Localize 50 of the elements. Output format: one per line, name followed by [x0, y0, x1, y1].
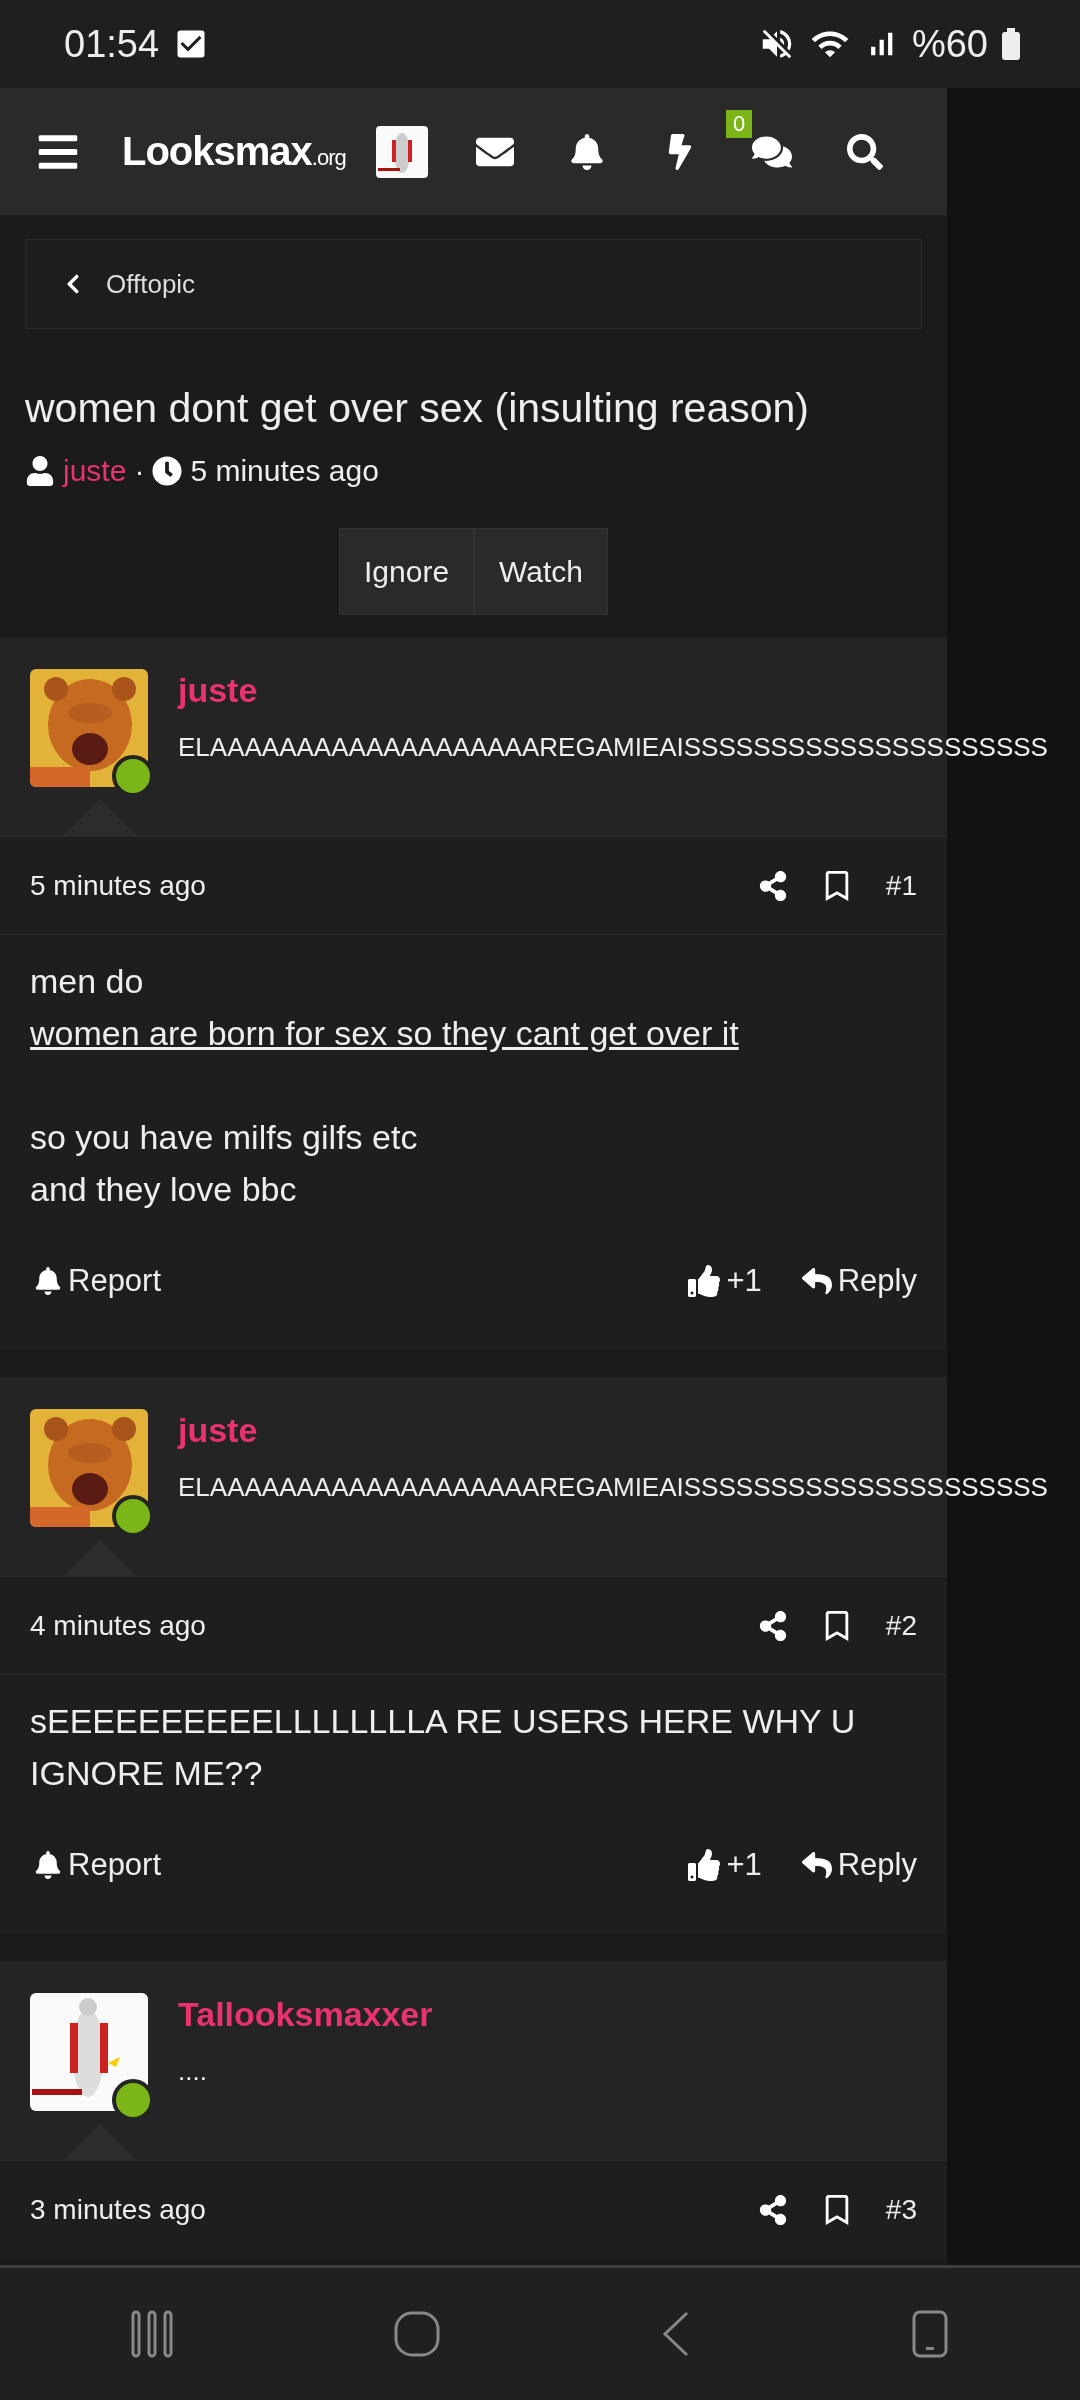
thread-action-button[interactable]: Ignore [339, 528, 475, 615]
bell-icon[interactable] [569, 133, 606, 170]
recent-apps-icon[interactable] [129, 2310, 174, 2358]
author-link[interactable]: juste [63, 454, 127, 488]
user-icon [25, 456, 55, 486]
status-time: 01:54 [64, 22, 160, 66]
separator-dot: · [134, 454, 145, 488]
share-icon[interactable] [757, 870, 788, 901]
post-text: so you have milfs gilfs etc and they love bbc [30, 1117, 419, 1210]
post-time[interactable]: 3 minutes ago [30, 2194, 206, 2226]
post-text: sEEEEEEEEEELLLLLLLLA RE USERS HERE WHY U IGNORE ME?? [30, 1701, 857, 1794]
reply-link[interactable]: Reply [801, 1263, 917, 1299]
report-link[interactable]: Report [34, 1263, 162, 1299]
bell-icon [34, 1851, 62, 1879]
post-author[interactable]: juste [178, 1411, 1048, 1450]
post-author[interactable]: Tallooksmaxxer [178, 1995, 433, 2034]
user-signature: .... [178, 2056, 208, 2087]
share-icon[interactable] [757, 2195, 788, 2225]
search-icon[interactable] [846, 133, 883, 170]
thumbs-up-icon [688, 1265, 721, 1297]
post-number[interactable]: #3 [885, 2194, 917, 2226]
thread-time: 5 minutes ago [190, 454, 379, 488]
post-time[interactable]: 4 minutes ago [30, 1609, 206, 1642]
home-icon[interactable] [393, 2310, 442, 2358]
battery-percentage: %60 [911, 22, 988, 66]
reply-link[interactable]: Reply [801, 1847, 917, 1883]
thread-action-button[interactable]: Watch [474, 528, 608, 615]
reply-icon [801, 1266, 832, 1296]
battery-icon [1002, 28, 1020, 60]
site-logo[interactable]: Looksmax.org [122, 129, 346, 174]
thumbs-up-icon [688, 1849, 721, 1881]
like-reaction-link[interactable]: +1 [688, 1263, 762, 1299]
phone-icon[interactable] [910, 2309, 951, 2359]
post-text: men do women are born for sex so they cant get over it [30, 961, 740, 1054]
bell-icon [34, 1267, 62, 1295]
chat-count-badge: 0 [725, 109, 753, 138]
share-icon[interactable] [757, 1610, 788, 1641]
back-icon[interactable] [660, 2310, 691, 2358]
user-signature: ELAAAAAAAAAAAAAAAAAAAREGAMIEAISSSSSSSSSSSSSSSSSSSSS [178, 732, 1048, 763]
post-number[interactable]: #1 [885, 869, 917, 902]
breadcrumb[interactable]: Offtopic [25, 239, 922, 329]
report-link[interactable]: Report [34, 1847, 162, 1883]
reply-icon [801, 1850, 832, 1880]
post-time[interactable]: 5 minutes ago [30, 869, 206, 902]
post-number[interactable]: #2 [885, 1609, 917, 1642]
post-author[interactable]: juste [178, 671, 1048, 710]
user-signature: ELAAAAAAAAAAAAAAAAAAAREGAMIEAISSSSSSSSSSSSSSSSSSSSS [178, 1472, 1048, 1503]
thread-title: women dont get over sex (insulting reason) [25, 385, 810, 432]
like-reaction-link[interactable]: +1 [688, 1847, 762, 1883]
clock-icon [152, 456, 183, 486]
